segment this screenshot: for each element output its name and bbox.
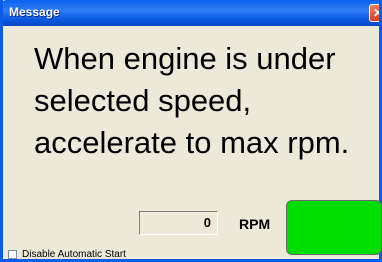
message-text: When engine is under selected speed, acc…: [34, 41, 350, 160]
title-bar[interactable]: Message ✕: [3, 0, 379, 26]
close-button[interactable]: ✕: [369, 4, 379, 22]
close-icon: ✕: [373, 6, 379, 20]
status-indicator: [286, 200, 382, 255]
disable-automatic-start-label[interactable]: Disable Automatic Start: [22, 249, 126, 261]
window-title: Message: [9, 5, 60, 19]
disable-automatic-start-option[interactable]: Disable Automatic Start: [8, 248, 126, 261]
rpm-value-display: 0: [139, 211, 218, 235]
disable-automatic-start-checkbox[interactable]: [8, 250, 17, 259]
rpm-unit-label: RPM: [239, 216, 271, 232]
